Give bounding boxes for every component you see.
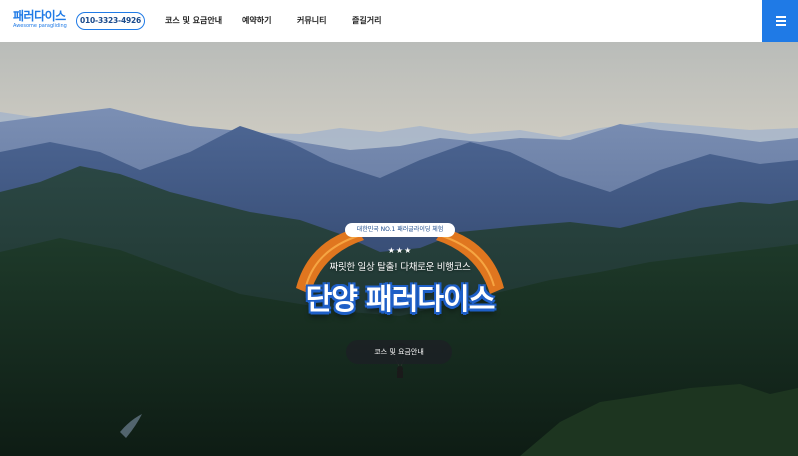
site-logo[interactable]: 패러다이스 Awesome paragliding (13, 10, 73, 32)
nav-item-attractions[interactable]: 즐길거리 (352, 15, 381, 26)
hero-subtitle: 짜릿한 일상 탈출! 다채로운 비행코스 (329, 262, 471, 273)
hamburger-icon (776, 16, 786, 18)
logo-title: 패러다이스 (13, 9, 66, 23)
hamburger-icon-bar (776, 24, 786, 26)
rating-stars-icon: ★★★ (387, 246, 413, 255)
phone-number-badge[interactable]: 010-3323-4926 (76, 12, 145, 30)
course-info-button[interactable]: 코스 및 요금안내 (346, 340, 452, 364)
hero-banner: 대한민국 NO.1 패러글라이딩 체험 ★★★ 짜릿한 일상 탈출! 다채로운 … (0, 42, 798, 456)
hamburger-icon-bar (776, 20, 786, 22)
logo-subtitle: Awesome paragliding (13, 23, 67, 29)
hamburger-menu-button[interactable] (762, 0, 798, 42)
nav-item-reservation[interactable]: 예약하기 (242, 15, 271, 26)
site-header: 패러다이스 Awesome paragliding 010-3323-4926 … (0, 0, 798, 42)
hero-title: 단양 패러다이스 (305, 282, 496, 316)
nav-item-courses[interactable]: 코스 및 요금안내 (165, 15, 222, 26)
tagline-ribbon: 대한민국 NO.1 패러글라이딩 체험 (345, 223, 455, 237)
nav-item-community[interactable]: 커뮤니티 (297, 15, 326, 26)
